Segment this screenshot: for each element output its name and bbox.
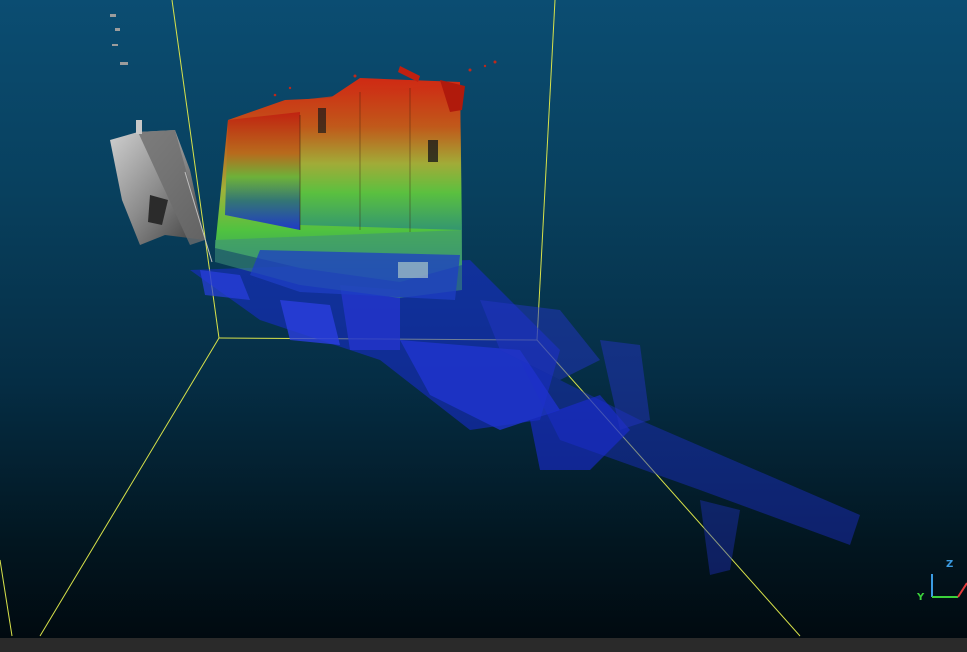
axis-orientation-gizmo: Z Y (912, 552, 967, 607)
point-cloud-viewport[interactable]: Z Y (0, 0, 967, 638)
status-bar (0, 638, 967, 652)
debris-points (110, 14, 128, 65)
x-axis-line (957, 582, 967, 598)
z-axis-label: Z (946, 559, 953, 570)
y-axis-label: Y (916, 592, 925, 603)
structure-point-cloud (215, 66, 465, 300)
3d-scene[interactable] (0, 0, 967, 638)
floor-point-cloud (190, 260, 860, 575)
camera-model (110, 120, 213, 263)
